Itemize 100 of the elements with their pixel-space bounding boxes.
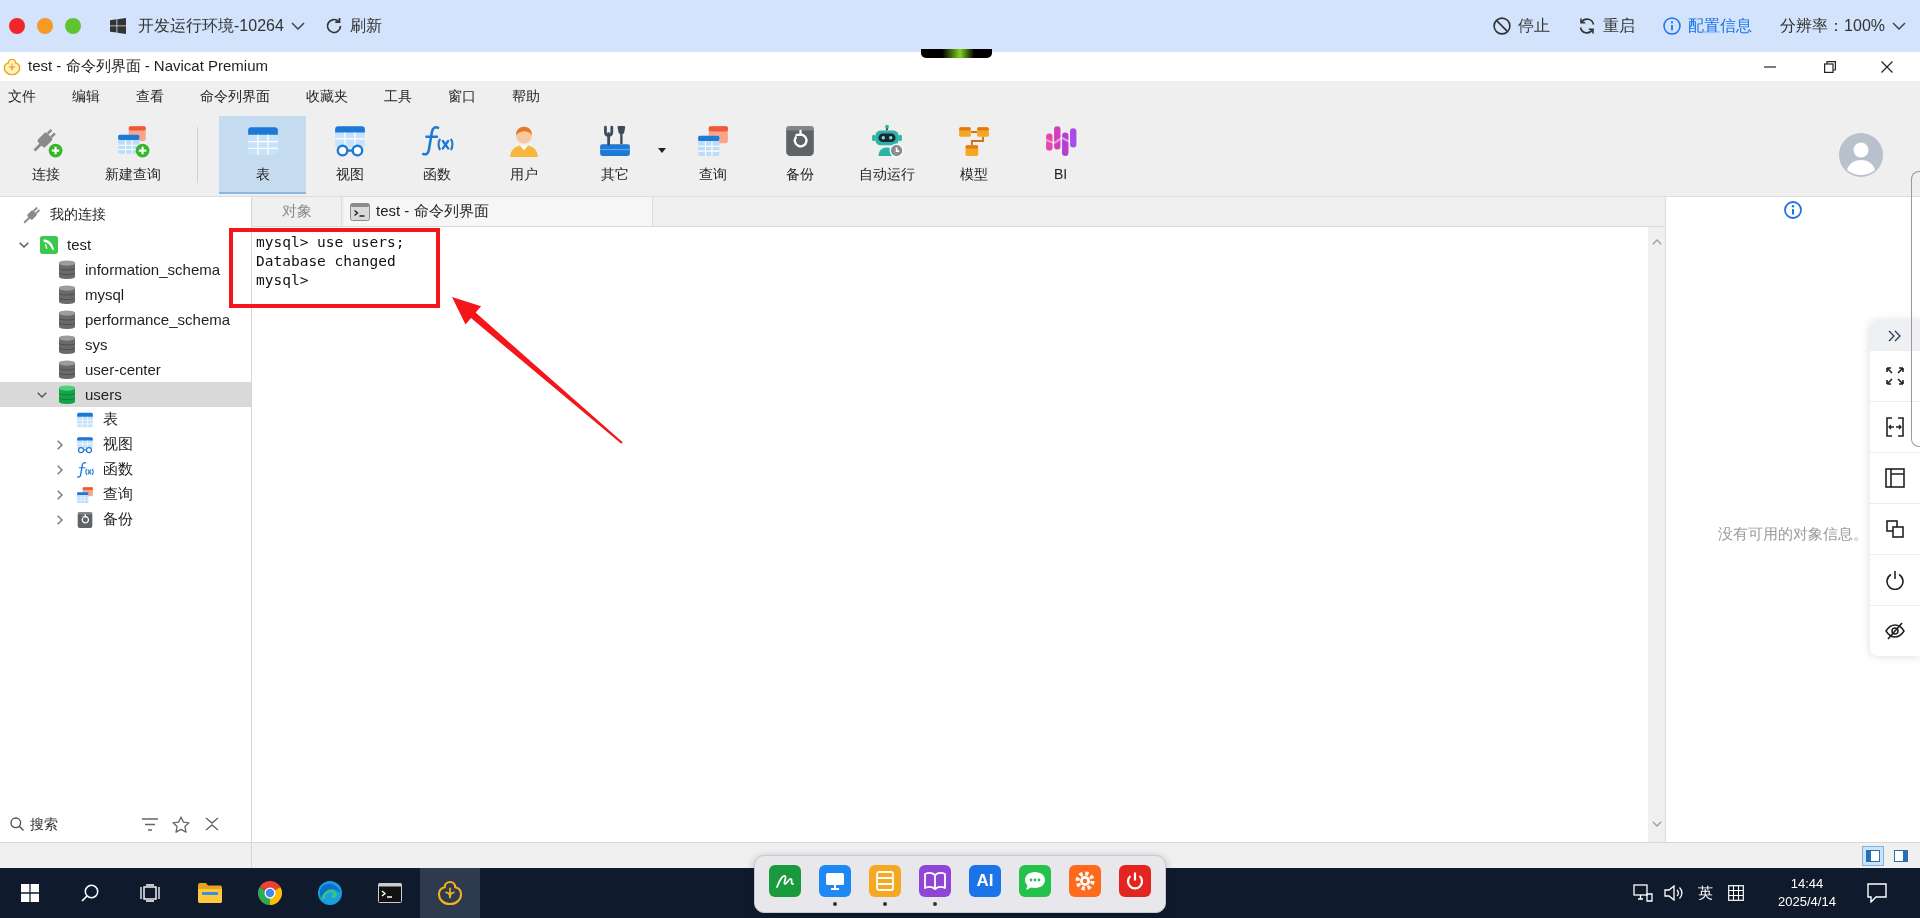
chevron-right-icon[interactable] bbox=[57, 489, 63, 500]
speaker-icon[interactable] bbox=[1664, 885, 1684, 901]
network-icon[interactable] bbox=[1633, 884, 1653, 902]
tree-item[interactable]: performance_schema bbox=[0, 307, 251, 332]
split-icon[interactable] bbox=[1885, 417, 1905, 437]
double-chevron-icon bbox=[1888, 329, 1902, 342]
gear-icon[interactable] bbox=[1069, 865, 1101, 897]
browser-icon bbox=[258, 881, 282, 905]
input-method-indicator[interactable]: 英 bbox=[1690, 868, 1720, 918]
menu-item[interactable]: 窗口 bbox=[444, 85, 480, 109]
taskbar-button[interactable] bbox=[420, 868, 480, 918]
left-panel-icon bbox=[1866, 849, 1880, 862]
task-view-icon bbox=[140, 884, 160, 902]
ai-app-button[interactable]: AI bbox=[969, 865, 1001, 897]
resolution-dropdown[interactable]: 分辨率：100% bbox=[1780, 11, 1906, 41]
toolbar-button[interactable]: 表 bbox=[219, 115, 306, 194]
search-field[interactable]: 搜索 bbox=[28, 814, 120, 834]
tree-item[interactable]: users bbox=[0, 382, 251, 407]
book-icon[interactable] bbox=[919, 865, 951, 897]
folder-icon bbox=[198, 883, 222, 903]
filter-icon[interactable] bbox=[142, 817, 158, 831]
window-dot-icon[interactable] bbox=[37, 18, 53, 34]
menu-item[interactable]: 查看 bbox=[132, 85, 168, 109]
notification-icon[interactable] bbox=[1867, 883, 1887, 903]
menu-item[interactable]: 帮助 bbox=[508, 85, 544, 109]
menu-item[interactable]: 工具 bbox=[380, 85, 416, 109]
chevron-right-icon[interactable] bbox=[57, 464, 63, 475]
toolbar-button[interactable]: 用户 bbox=[480, 115, 567, 194]
chevron-down-icon bbox=[1892, 22, 1906, 30]
toolbar-button[interactable]: BI bbox=[1017, 115, 1104, 194]
restore-icon[interactable] bbox=[1824, 60, 1836, 73]
restart-button[interactable]: 重启 bbox=[1578, 11, 1636, 41]
chevron-down-icon[interactable] bbox=[19, 241, 29, 248]
connections-header[interactable]: 我的连接 bbox=[0, 197, 251, 232]
layout-icon[interactable] bbox=[1885, 468, 1905, 488]
toolbar-button[interactable]: 其它 bbox=[567, 115, 669, 194]
table-glasses-icon bbox=[76, 435, 94, 454]
app-logo-icon bbox=[437, 880, 463, 906]
menu-item[interactable]: 收藏夹 bbox=[302, 85, 352, 109]
chevron-down-icon[interactable] bbox=[37, 391, 47, 398]
console-line: Database changed bbox=[256, 252, 396, 271]
stop-button[interactable]: 停止 bbox=[1493, 11, 1551, 41]
restart-icon bbox=[1578, 17, 1597, 35]
tree-item[interactable]: 备份 bbox=[0, 507, 251, 532]
refresh-button[interactable]: 刷新 bbox=[324, 11, 382, 41]
toolbar-button[interactable]: 查询 bbox=[669, 115, 756, 194]
bars-icon bbox=[1043, 123, 1078, 158]
toolbar-button[interactable]: 新建查询 bbox=[89, 115, 176, 194]
star-icon[interactable] bbox=[172, 815, 190, 833]
close-icon[interactable] bbox=[1881, 60, 1893, 73]
fullscreen-icon[interactable] bbox=[1886, 367, 1904, 385]
power-icon[interactable] bbox=[1885, 570, 1905, 590]
window-dot-icon[interactable] bbox=[65, 18, 81, 34]
tree-item[interactable]: 函数 bbox=[0, 457, 251, 482]
tree-item[interactable]: sys bbox=[0, 332, 251, 357]
toolbar-button[interactable]: 备份 bbox=[756, 115, 843, 194]
menu-item[interactable]: 命令列界面 bbox=[196, 85, 274, 109]
stacked-tables-icon bbox=[695, 123, 730, 158]
grid-icon[interactable] bbox=[1728, 885, 1744, 901]
environment-dropdown[interactable]: 开发运行环境-10264 bbox=[138, 11, 305, 41]
window-dot-icon[interactable] bbox=[9, 18, 25, 34]
connection-icon bbox=[40, 235, 58, 254]
console-line: mysql> use users; bbox=[256, 233, 405, 252]
tree-item[interactable]: test bbox=[0, 232, 251, 257]
tools-icon bbox=[597, 123, 632, 158]
stacked-tables-icon bbox=[76, 485, 94, 504]
tab[interactable]: test - 命令列界面 bbox=[344, 197, 653, 226]
collapse-icon[interactable] bbox=[205, 817, 219, 831]
tree-item[interactable]: 查询 bbox=[0, 482, 251, 507]
toolbar-button[interactable]: 自动运行 bbox=[843, 115, 930, 194]
info-icon[interactable] bbox=[1784, 201, 1802, 219]
tree-item[interactable]: user-center bbox=[0, 357, 251, 382]
config-info-link[interactable]: 配置信息 bbox=[1663, 11, 1753, 41]
menu-item[interactable]: 文件 bbox=[4, 85, 40, 109]
table-plus-icon bbox=[115, 123, 150, 158]
tree-item[interactable]: mysql bbox=[0, 282, 251, 307]
eye-off-icon[interactable] bbox=[1885, 621, 1905, 641]
window-title: test - 命令列界面 - Navicat Premium bbox=[28, 57, 269, 76]
toolbar-button[interactable]: 视图 bbox=[306, 115, 393, 194]
minimize-icon[interactable] bbox=[1764, 65, 1776, 68]
robot-icon bbox=[869, 123, 904, 158]
chevron-right-icon[interactable] bbox=[57, 514, 63, 525]
caret-icon[interactable] bbox=[658, 147, 666, 153]
tree-item[interactable]: 视图 bbox=[0, 432, 251, 457]
clock[interactable]: 14:44 2025/4/14 bbox=[1765, 875, 1849, 911]
chevron-down-icon bbox=[290, 22, 305, 30]
toolbar-button[interactable]: 函数 bbox=[393, 115, 480, 194]
terminal-icon bbox=[350, 202, 370, 221]
overlapping-squares-icon[interactable] bbox=[1886, 520, 1904, 538]
tree-item[interactable]: information_schema bbox=[0, 257, 251, 282]
drag-handle[interactable] bbox=[921, 49, 992, 58]
table-icon bbox=[76, 410, 94, 429]
signature-icon[interactable] bbox=[769, 865, 801, 897]
monitor-icon[interactable] bbox=[819, 865, 851, 897]
menu-item[interactable]: 编辑 bbox=[68, 85, 104, 109]
chevron-right-icon[interactable] bbox=[57, 439, 63, 450]
toolbar-button[interactable]: 连接 bbox=[2, 115, 89, 194]
tree-item[interactable]: 表 bbox=[0, 407, 251, 432]
layout-toggle[interactable] bbox=[1862, 845, 1884, 866]
toolbar-button[interactable]: 模型 bbox=[930, 115, 1017, 194]
